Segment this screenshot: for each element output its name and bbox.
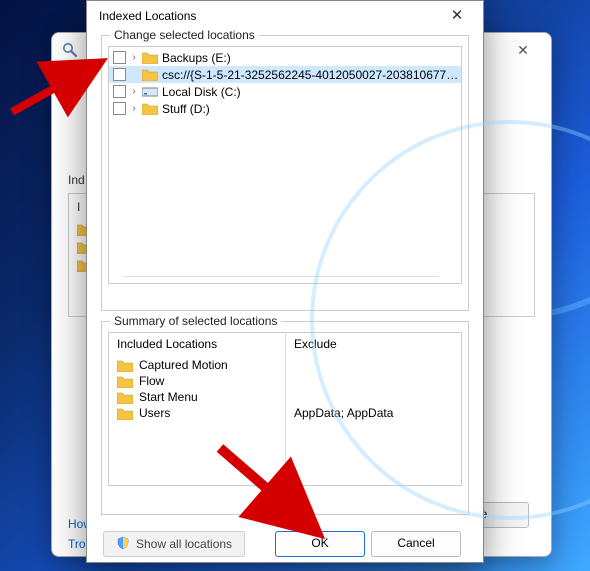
show-all-locations-button[interactable]: Show all locations: [103, 531, 245, 557]
folder-icon: [142, 68, 158, 82]
tree-item-checkbox[interactable]: [113, 68, 126, 81]
indexed-locations-dialog: Indexed Locations ✕ Change selected loca…: [86, 0, 484, 563]
folder-icon: [117, 359, 133, 372]
summary-item-label: Users: [139, 406, 170, 420]
summary-item[interactable]: Users: [117, 405, 277, 421]
tree-item[interactable]: › Backups (E:): [109, 49, 461, 66]
tree-item-label: csc://{S-1-5-21-3252562245-4012050027-20…: [162, 68, 461, 82]
tree-item-label: Stuff (D:): [162, 102, 210, 116]
dialog-title: Indexed Locations: [99, 9, 196, 23]
show-all-locations-label: Show all locations: [136, 537, 232, 551]
exclude-header: Exclude: [294, 337, 453, 351]
shield-icon: [116, 536, 130, 553]
summary-item[interactable]: Captured Motion: [117, 357, 277, 373]
change-locations-group: Change selected locations ›Backups (E:)›…: [101, 35, 469, 311]
folder-icon: [142, 51, 158, 65]
summary-exclude-value: [294, 357, 453, 373]
dialog-titlebar[interactable]: Indexed Locations ✕: [87, 1, 483, 31]
disk-icon: [142, 85, 158, 99]
indexing-options-icon: [62, 42, 78, 58]
tree-item-label: Local Disk (C:): [162, 85, 241, 99]
summary-group-label: Summary of selected locations: [110, 314, 281, 328]
parent-close-button[interactable]: ✕: [501, 36, 545, 64]
folder-icon: [117, 375, 133, 388]
summary-exclude-column: Exclude AppData; AppData: [285, 333, 461, 485]
summary-group: Summary of selected locations Included L…: [101, 321, 469, 515]
tree-item-label: Backups (E:): [162, 51, 231, 65]
folder-icon: [117, 407, 133, 420]
locations-tree[interactable]: ›Backups (E:)›csc://{S-1-5-21-3252562245…: [108, 46, 462, 284]
summary-exclude-value: [294, 373, 453, 389]
folder-icon: [142, 102, 158, 116]
tree-item[interactable]: › Stuff (D:): [109, 100, 461, 117]
tree-expand-chevron-icon[interactable]: ›: [128, 103, 140, 114]
ok-button[interactable]: OK: [275, 531, 365, 557]
summary-list: Included Locations Captured Motion Flow St…: [108, 332, 462, 486]
tree-expand-chevron-icon[interactable]: ›: [128, 86, 140, 97]
tree-scrollbar-track[interactable]: [123, 276, 439, 277]
desktop-background: ✕ Ind I: [0, 0, 590, 571]
summary-item[interactable]: Start Menu: [117, 389, 277, 405]
tree-item-checkbox[interactable]: [113, 85, 126, 98]
summary-item[interactable]: Flow: [117, 373, 277, 389]
change-locations-label: Change selected locations: [110, 28, 259, 42]
summary-included-column: Included Locations Captured Motion Flow St…: [109, 333, 285, 485]
summary-item-label: Captured Motion: [139, 358, 228, 372]
summary-item-label: Start Menu: [139, 390, 198, 404]
tree-item[interactable]: › Local Disk (C:): [109, 83, 461, 100]
close-button[interactable]: ✕: [435, 3, 479, 29]
tree-item-checkbox[interactable]: [113, 51, 126, 64]
cancel-button[interactable]: Cancel: [371, 531, 461, 557]
included-locations-header: Included Locations: [117, 337, 277, 351]
dialog-footer: Show all locations OK Cancel: [101, 525, 469, 557]
tree-expand-chevron-icon[interactable]: ›: [128, 52, 140, 63]
tree-item[interactable]: ›csc://{S-1-5-21-3252562245-4012050027-2…: [109, 66, 461, 83]
summary-exclude-value: [294, 389, 453, 405]
summary-item-label: Flow: [139, 374, 164, 388]
summary-exclude-value: AppData; AppData: [294, 405, 453, 421]
folder-icon: [117, 391, 133, 404]
tree-item-checkbox[interactable]: [113, 102, 126, 115]
